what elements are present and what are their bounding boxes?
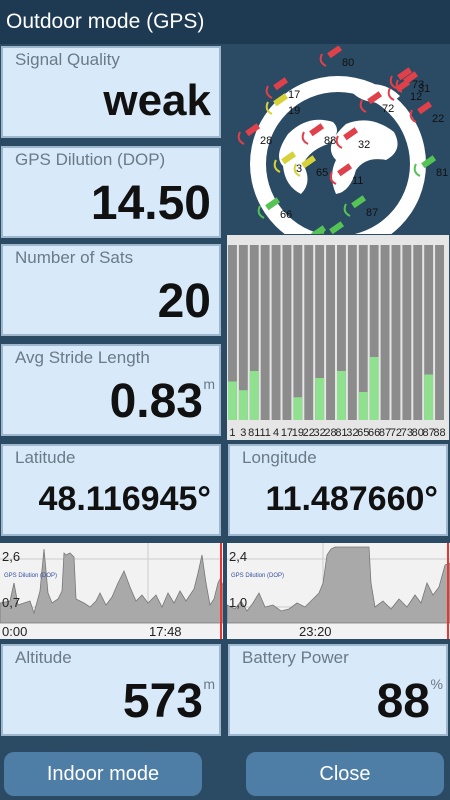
satellite-signal-arc (389, 75, 397, 89)
satellite-id-label: 88 (324, 135, 336, 147)
signal-quality-tile: Signal Quality weak (1, 46, 221, 138)
sats-tile: Number of Sats 20 (1, 244, 221, 336)
dop-graph-y-top: 2,6 (2, 549, 21, 564)
dop2-graph-y-bottom: 1,0 (229, 595, 248, 610)
satellite-signal-arc (319, 53, 327, 67)
battery-unit: % (430, 676, 443, 692)
satellite-id-label: 31 (418, 83, 430, 95)
satellite-id-label: 11 (352, 175, 363, 187)
satellite-id-label: 32 (358, 139, 370, 151)
satellite-id-label: 19 (288, 105, 300, 117)
sat-bar-signal (315, 378, 325, 420)
dop-value: 14.50 (90, 177, 211, 230)
indoor-mode-button[interactable]: Indoor mode (4, 752, 202, 796)
signal-quality-value: weak (103, 76, 211, 125)
sat-bar-track (402, 245, 412, 420)
battery-tile: Battery Power 88 % (228, 644, 448, 736)
dop-graph-svg (0, 543, 223, 639)
sat-bar-label: 4 (273, 427, 279, 439)
sat-bar-label: 88 (433, 427, 445, 439)
dop-history-graph-2: 2,4 GPS Dilution (DOP) 1,0 23:20 (227, 543, 450, 639)
page-title: Outdoor mode (GPS) (6, 10, 205, 33)
dop2-graph-x-mid: 23:20 (299, 624, 332, 639)
longitude-tile: Longitude 11.487660° (228, 444, 448, 536)
sat-bar-signal (228, 381, 237, 420)
sats-label: Number of Sats (15, 248, 134, 267)
altitude-value: 573 (122, 675, 203, 728)
satellite-id-label: 87 (366, 207, 378, 219)
sat-bar-track (391, 245, 401, 420)
sat-bar-signal (293, 397, 303, 420)
longitude-value: 11.487660° (265, 480, 438, 518)
dop-graph-x-start: 0:00 (2, 624, 28, 639)
sats-value: 20 (157, 275, 211, 328)
title-bar: Outdoor mode (GPS) (0, 0, 450, 44)
satellite-signal-arc (237, 131, 245, 145)
latitude-value: 48.116945° (38, 480, 211, 518)
satellite-icon (417, 101, 433, 115)
battery-value: 88 (376, 675, 430, 728)
sat-bar-track (347, 245, 357, 420)
signal-quality-label: Signal Quality (15, 50, 120, 69)
stride-label: Avg Stride Length (15, 348, 150, 367)
latitude-label: Latitude (15, 448, 76, 467)
sat-bar-track (260, 245, 270, 420)
sat-bar-track (271, 245, 281, 420)
sat-bar-signal (369, 357, 379, 420)
stride-value: 0.83 (109, 375, 203, 428)
close-button[interactable]: Close (246, 752, 444, 796)
altitude-tile: Altitude 573 m (1, 644, 221, 736)
satellite-id-label: 65 (316, 167, 328, 179)
satellite-icon (327, 46, 343, 59)
stride-tile: Avg Stride Length 0.83 m (1, 344, 221, 436)
dop2-graph-legend: GPS Dilution (DOP) (231, 573, 285, 579)
sat-bar-track (380, 245, 390, 420)
sat-bar-label: 11 (259, 427, 270, 439)
dop-graph-legend: GPS Dilution (DOP) (4, 573, 58, 579)
satellite-globe: 801719731231722228883236511816687238 (228, 46, 448, 234)
satellite-signal-panel: 1 3 81 11 4 17 19 22 32 28 81 32 65 66 87 72 73 80 87 88 (227, 235, 449, 440)
sat-bar-label: 1 (229, 427, 235, 439)
satellite-icon (273, 77, 289, 91)
satellite-id-label: 17 (288, 89, 300, 101)
sat-bar-track (304, 245, 314, 420)
satellite-id-label: 22 (432, 113, 444, 125)
satellite-id-label: 81 (436, 167, 448, 179)
sat-bar-signal (337, 371, 346, 420)
sat-bar-signal (249, 371, 259, 420)
stride-unit: m (203, 376, 215, 392)
dop-graph-x-mid: 17:48 (149, 624, 182, 639)
sat-bar-signal (358, 392, 368, 420)
dop2-graph-svg (227, 543, 450, 639)
sat-bar-track (413, 245, 423, 420)
latitude-tile: Latitude 48.116945° (1, 444, 221, 536)
dop-tile: GPS Dilution (DOP) 14.50 (1, 146, 221, 238)
globe-svg: 801719731231722228883236511816687238 (237, 46, 448, 234)
satellite-id-label: 28 (260, 135, 272, 147)
sat-bar-track (326, 245, 335, 420)
satellite-bars-svg: 1 3 81 11 4 171922322881326566877273808788 (228, 245, 446, 439)
dop-history-graph: 2,6 GPS Dilution (DOP) 0,7 0:00 17:48 (0, 543, 223, 639)
satellite-id-label: 80 (342, 57, 354, 69)
satellite-id-label: 66 (280, 209, 292, 221)
satellite-signal-arc (265, 85, 273, 99)
dop2-graph-y-top: 2,4 (229, 549, 248, 564)
altitude-unit: m (203, 676, 215, 692)
sat-bar-signal (238, 390, 248, 420)
sat-bar-signal (424, 374, 434, 420)
satellite-id-label: 72 (382, 103, 394, 115)
longitude-label: Longitude (242, 448, 317, 467)
dop-label: GPS Dilution (DOP) (15, 150, 166, 169)
sat-bar-track (293, 245, 303, 420)
satellite-id-label: 8 (344, 233, 350, 234)
dop-graph-y-bottom: 0,7 (2, 595, 21, 610)
battery-label: Battery Power (242, 648, 349, 667)
sat-bar-track (435, 245, 444, 420)
sat-bar-track (282, 245, 292, 420)
altitude-label: Altitude (15, 648, 72, 667)
sat-bar-label: 3 (240, 427, 246, 439)
